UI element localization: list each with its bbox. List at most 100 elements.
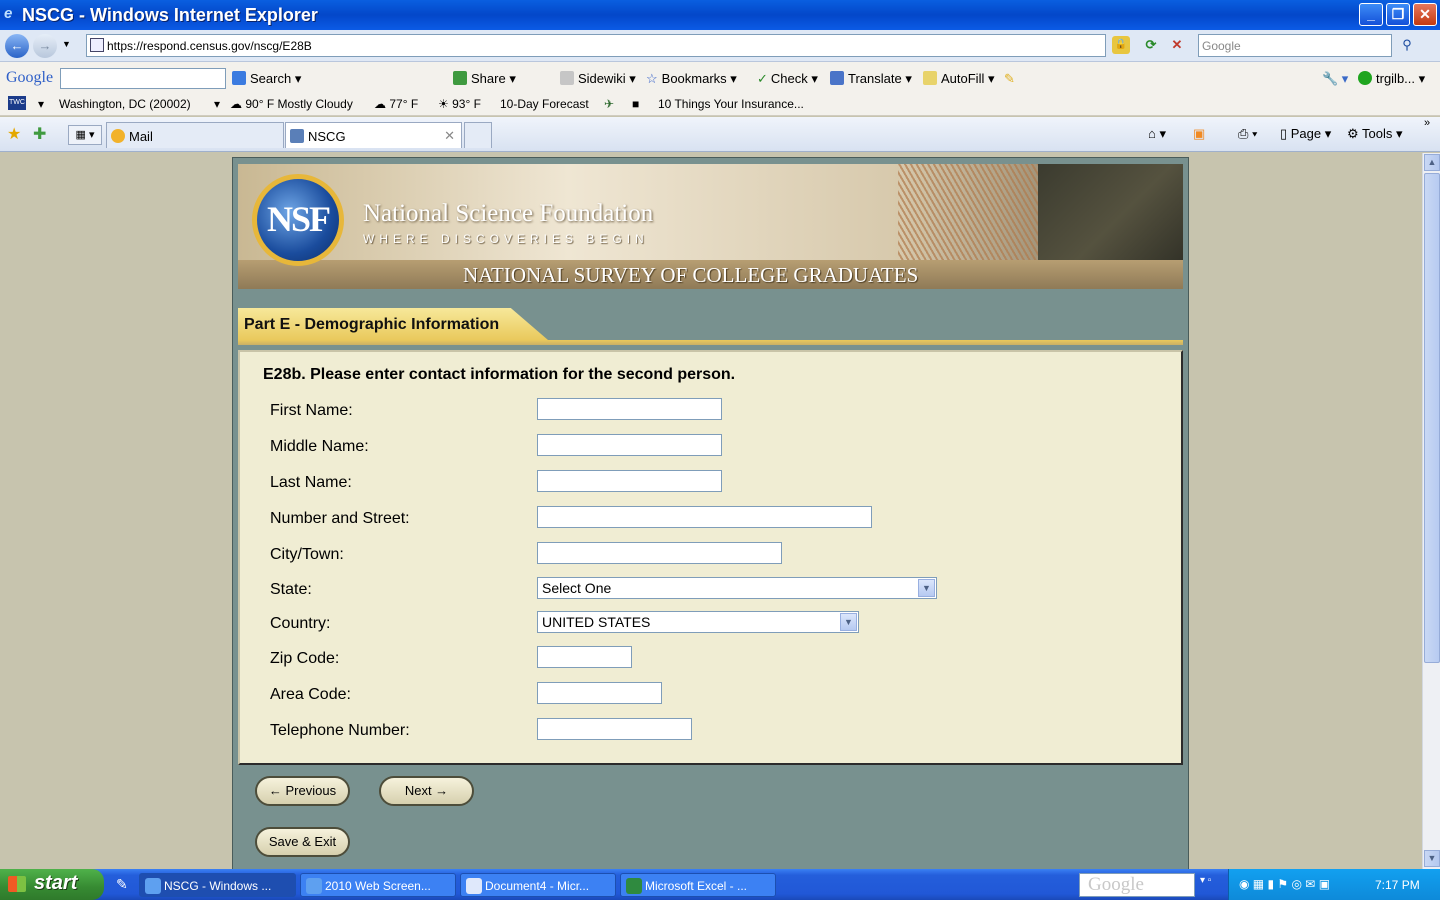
current-weather[interactable]: ☁ 90° F Mostly Cloudy bbox=[230, 97, 353, 111]
print-icon[interactable]: ⎙ ▾ bbox=[1238, 126, 1257, 142]
tab-mail[interactable]: Mail bbox=[106, 122, 284, 148]
tools-menu[interactable]: ⚙ Tools ▾ bbox=[1347, 126, 1403, 142]
scroll-down-icon[interactable]: ▼ bbox=[1424, 850, 1440, 867]
next-button[interactable]: Next → bbox=[379, 776, 474, 806]
temp-high[interactable]: ☀ 93° F bbox=[438, 97, 481, 111]
start-button[interactable]: start bbox=[0, 869, 104, 900]
location-dropdown-icon[interactable]: ▾ bbox=[214, 97, 220, 111]
last-name-input[interactable] bbox=[537, 470, 722, 492]
temp-low-text: 77° F bbox=[389, 97, 419, 111]
translate-button[interactable]: Translate ▾ bbox=[830, 71, 912, 87]
contact-form: E28b. Please enter contact information f… bbox=[238, 350, 1183, 765]
scroll-thumb[interactable] bbox=[1424, 173, 1440, 663]
tab-nscg-label: NSCG bbox=[308, 129, 346, 144]
quick-tabs-icon[interactable]: ▦ ▾ bbox=[68, 125, 102, 145]
chevron-down-icon[interactable]: ▼ bbox=[840, 613, 857, 631]
close-tab-icon[interactable]: ✕ bbox=[444, 128, 455, 144]
page-viewport: NSF National Science Foundation WHERE DI… bbox=[0, 153, 1422, 869]
sidewiki-button[interactable]: Sidewiki ▾ bbox=[560, 71, 636, 87]
nsf-logo: NSF bbox=[252, 174, 344, 266]
maximize-button[interactable]: ❐ bbox=[1386, 3, 1410, 26]
google-search-label: Search bbox=[250, 71, 292, 86]
autofill-icon bbox=[923, 71, 937, 85]
taskbar-item-web-screen[interactable]: 2010 Web Screen... bbox=[300, 873, 456, 897]
wrench-icon[interactable]: 🔧 ▾ bbox=[1322, 71, 1348, 87]
forward-button[interactable]: → bbox=[33, 34, 57, 58]
city-input[interactable] bbox=[537, 542, 782, 564]
news-link[interactable]: 10 Things Your Insurance... bbox=[658, 97, 804, 111]
home-icon[interactable]: ⌂ ▾ bbox=[1148, 126, 1166, 142]
country-select[interactable]: UNITED STATES ▼ bbox=[537, 611, 859, 633]
state-select[interactable]: Select One ▼ bbox=[537, 577, 937, 599]
video-icon[interactable]: ■ bbox=[632, 97, 639, 111]
google-search-button[interactable]: Search ▾ bbox=[232, 71, 301, 87]
minimize-button[interactable]: _ bbox=[1359, 3, 1383, 26]
autofill-button[interactable]: AutoFill ▾ bbox=[923, 71, 995, 87]
forecast-link[interactable]: 10-Day Forecast bbox=[500, 97, 589, 111]
google-logo: Google bbox=[6, 69, 54, 86]
taskbar-item-document4[interactable]: Document4 - Micr... bbox=[460, 873, 616, 897]
telephone-input[interactable] bbox=[537, 718, 692, 740]
check-button[interactable]: ✓ Check ▾ bbox=[757, 71, 818, 87]
feeds-icon[interactable]: ▣ bbox=[1193, 126, 1205, 142]
favorites-star-icon[interactable]: ★ bbox=[7, 124, 21, 144]
lock-icon[interactable]: 🔒 bbox=[1112, 36, 1130, 54]
chevron-icon[interactable]: » bbox=[1424, 117, 1430, 129]
chevron-down-icon[interactable]: ▼ bbox=[918, 579, 935, 597]
temp-low[interactable]: ☁ 77° F bbox=[374, 97, 418, 111]
twc-logo: TWC bbox=[8, 96, 26, 110]
url-field[interactable]: https://respond.census.gov/nscg/E28B bbox=[86, 34, 1106, 57]
page-menu[interactable]: ▯ Page ▾ bbox=[1280, 126, 1331, 142]
highlight-icon[interactable]: ✎ bbox=[1004, 71, 1015, 87]
translate-icon bbox=[830, 71, 844, 85]
ie-icon bbox=[145, 878, 161, 894]
bookmarks-button[interactable]: ☆ Bookmarks ▾ bbox=[646, 71, 737, 87]
tray-icons[interactable]: ◉ ▦ ▮ ⚑ ◎ ✉ ▣ bbox=[1239, 877, 1330, 891]
middle-name-input[interactable] bbox=[537, 434, 722, 456]
search-icon[interactable]: ⚲ bbox=[1396, 35, 1418, 55]
excel-icon bbox=[626, 878, 642, 894]
zip-input[interactable] bbox=[537, 646, 632, 668]
page-icon bbox=[90, 38, 104, 52]
ie-icon: e bbox=[4, 5, 13, 22]
area-code-input[interactable] bbox=[537, 682, 662, 704]
google-search-input[interactable] bbox=[60, 68, 226, 89]
new-tab-button[interactable] bbox=[464, 122, 492, 148]
scroll-up-icon[interactable]: ▲ bbox=[1424, 154, 1440, 171]
taskbar-item-excel[interactable]: Microsoft Excel - ... bbox=[620, 873, 776, 897]
previous-button[interactable]: ← Previous bbox=[255, 776, 350, 806]
share-button[interactable]: Share ▾ bbox=[453, 71, 516, 87]
telephone-label: Telephone Number: bbox=[270, 722, 410, 739]
close-button[interactable]: ✕ bbox=[1413, 3, 1437, 26]
taskbar-item-nscg[interactable]: NSCG - Windows ... bbox=[139, 873, 296, 897]
title-bar: e NSCG - Windows Internet Explorer _ ❐ ✕ bbox=[0, 0, 1440, 30]
back-button[interactable]: ← bbox=[5, 34, 29, 58]
sidewiki-label: Sidewiki bbox=[578, 71, 626, 86]
city-label: City/Town: bbox=[270, 546, 344, 563]
search-input[interactable]: Google bbox=[1198, 34, 1392, 57]
map-icon[interactable]: ✈ bbox=[604, 97, 614, 111]
deskbar-options-icon[interactable]: ▾ ▫ bbox=[1200, 875, 1211, 886]
refresh-icon[interactable]: ⟳ bbox=[1142, 36, 1160, 54]
weather-toolbar: TWC ▾ Washington, DC (20002) ▾ ☁ 90° F M… bbox=[0, 92, 1440, 116]
add-favorites-icon[interactable]: ✚ bbox=[33, 124, 46, 144]
tools-menu-label: Tools bbox=[1362, 126, 1393, 141]
first-name-input[interactable] bbox=[537, 398, 722, 420]
google-desktop-search[interactable]: Google bbox=[1079, 873, 1195, 897]
street-input[interactable] bbox=[537, 506, 872, 528]
stop-icon[interactable]: ✕ bbox=[1168, 36, 1186, 54]
area-code-label: Area Code: bbox=[270, 686, 351, 703]
word-icon bbox=[466, 878, 482, 894]
toolbar-menu-icon[interactable]: ▾ bbox=[38, 97, 44, 111]
location-dropdown[interactable]: Washington, DC (20002) bbox=[59, 97, 191, 111]
state-value: Select One bbox=[542, 580, 612, 596]
quick-launch-icon[interactable]: ✎ bbox=[116, 876, 128, 893]
window-title: NSCG - Windows Internet Explorer bbox=[22, 5, 318, 25]
tab-nscg[interactable]: NSCG ✕ bbox=[285, 122, 462, 148]
history-dropdown-icon[interactable]: ▼ bbox=[62, 39, 71, 49]
account-button[interactable]: trgilb... ▾ bbox=[1358, 71, 1425, 87]
vertical-scrollbar[interactable]: ▲ ▼ bbox=[1422, 153, 1440, 869]
save-exit-button[interactable]: Save & Exit bbox=[255, 827, 350, 857]
taskbar-item-label: 2010 Web Screen... bbox=[325, 879, 431, 893]
first-name-label: First Name: bbox=[270, 402, 353, 419]
